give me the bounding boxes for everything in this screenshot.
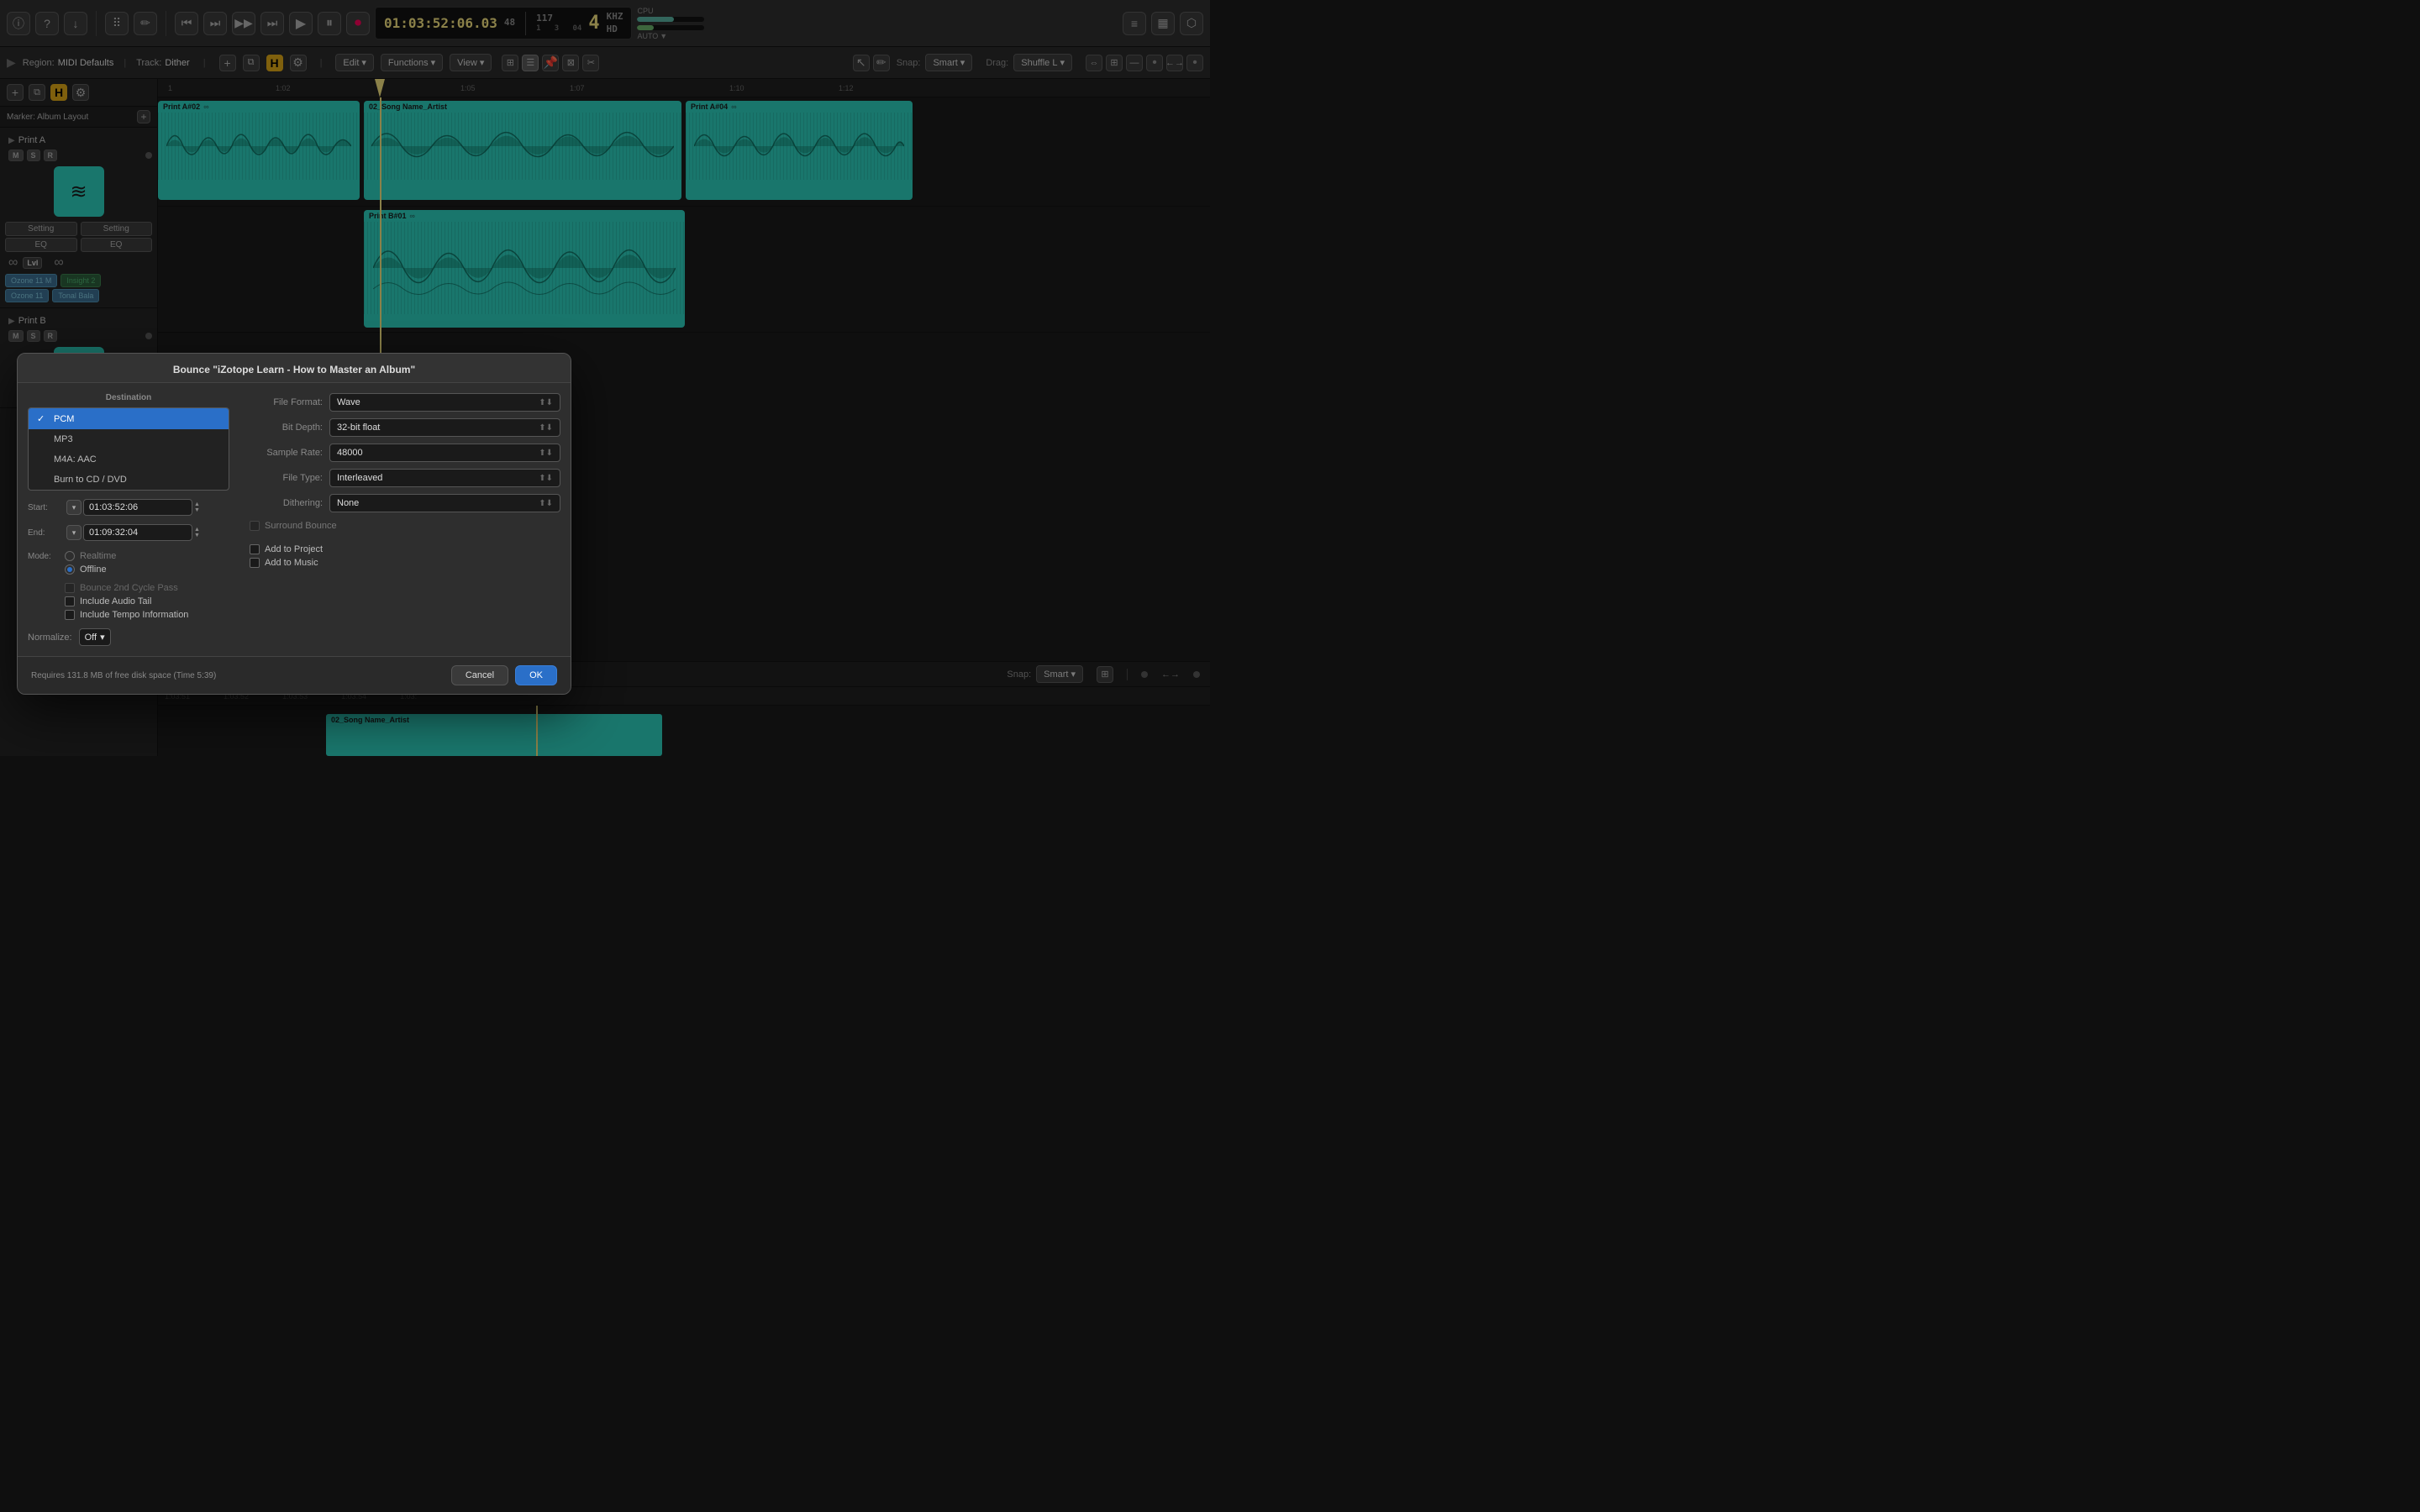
start-row: Start: ▾ ▲ ▼ xyxy=(28,499,229,516)
bounce-2nd-row: Bounce 2nd Cycle Pass xyxy=(28,581,229,595)
dest-pcm[interactable]: ✓ PCM xyxy=(29,408,229,429)
tempo-info-row: Include Tempo Information xyxy=(28,608,229,622)
dest-mp3-label: MP3 xyxy=(54,434,73,444)
bit-depth-row: Bit Depth: 32-bit float ⬆⬇ xyxy=(243,418,560,437)
cancel-button[interactable]: Cancel xyxy=(451,665,508,685)
dest-burn-label: Burn to CD / DVD xyxy=(54,475,127,485)
add-to-project-row: Add to Project xyxy=(250,543,560,556)
sample-rate-label: Sample Rate: xyxy=(243,448,323,458)
bit-depth-select[interactable]: 32-bit float ⬆⬇ xyxy=(329,418,560,437)
ok-button[interactable]: OK xyxy=(515,665,557,685)
start-arrows[interactable]: ▲ ▼ xyxy=(194,501,200,513)
start-val: ▾ ▲ ▼ xyxy=(66,499,200,516)
mode-realtime-row: Mode: Realtime xyxy=(28,549,229,563)
dest-mp3[interactable]: MP3 xyxy=(29,429,229,449)
audio-tail-label: Include Audio Tail xyxy=(80,596,151,606)
start-dropdown-btn[interactable]: ▾ xyxy=(66,500,82,515)
dithering-label: Dithering: xyxy=(243,498,323,508)
add-to-music-row: Add to Music xyxy=(250,556,560,570)
checkbox-audio-tail[interactable] xyxy=(65,596,75,606)
mode-section: Mode: Realtime Offline xyxy=(28,549,229,576)
surround-bounce-row: Surround Bounce xyxy=(250,519,560,533)
checkbox-bounce2nd[interactable] xyxy=(65,583,75,593)
dithering-select[interactable]: None ⬆⬇ xyxy=(329,494,560,512)
file-format-value: Wave xyxy=(337,397,360,407)
footer-info: Requires 131.8 MB of free disk space (Ti… xyxy=(31,671,216,680)
sample-rate-row: Sample Rate: 48000 ⬆⬇ xyxy=(243,444,560,462)
end-arrows[interactable]: ▲ ▼ xyxy=(194,527,200,538)
end-label: End: xyxy=(28,528,60,538)
checkbox-add-music[interactable] xyxy=(250,558,260,568)
end-dropdown-btn[interactable]: ▾ xyxy=(66,525,82,540)
dialog-overlay: Bounce "iZotope Learn - How to Master an… xyxy=(0,0,2420,1512)
sample-rate-value: 48000 xyxy=(337,448,363,458)
mode-label: Mode: xyxy=(28,552,60,561)
destination-header: Destination xyxy=(28,393,229,402)
checkbox-tempo[interactable] xyxy=(65,610,75,620)
checkbox-surround[interactable] xyxy=(250,521,260,531)
dest-burn[interactable]: Burn to CD / DVD xyxy=(29,470,229,490)
start-input[interactable] xyxy=(83,499,192,516)
normalize-row: Normalize: Off ▾ xyxy=(28,628,229,646)
dialog-body: Destination ✓ PCM MP3 M4A: AAC xyxy=(18,383,571,656)
start-label: Start: xyxy=(28,503,60,512)
file-format-row: File Format: Wave ⬆⬇ xyxy=(243,393,560,412)
radio-realtime[interactable] xyxy=(65,551,75,561)
file-format-select[interactable]: Wave ⬆⬇ xyxy=(329,393,560,412)
mode-offline-row: Offline xyxy=(28,563,229,576)
end-input[interactable] xyxy=(83,524,192,541)
dialog-title: Bounce "iZotope Learn - How to Master an… xyxy=(18,354,571,383)
dest-pcm-label: PCM xyxy=(54,414,74,424)
offline-label: Offline xyxy=(80,564,107,575)
realtime-label: Realtime xyxy=(80,551,116,561)
dithering-value: None xyxy=(337,498,359,508)
destination-list: ✓ PCM MP3 M4A: AAC Burn to CD / DVD xyxy=(28,407,229,491)
options-section: Bounce 2nd Cycle Pass Include Audio Tail… xyxy=(28,581,229,622)
dialog-footer: Requires 131.8 MB of free disk space (Ti… xyxy=(18,656,571,694)
dialog-left: Destination ✓ PCM MP3 M4A: AAC xyxy=(28,393,229,646)
normalize-select[interactable]: Off ▾ xyxy=(79,628,111,646)
file-type-row: File Type: Interleaved ⬆⬇ xyxy=(243,469,560,487)
file-type-select[interactable]: Interleaved ⬆⬇ xyxy=(329,469,560,487)
checkbox-add-project[interactable] xyxy=(250,544,260,554)
dithering-row: Dithering: None ⬆⬇ xyxy=(243,494,560,512)
bounce2nd-label: Bounce 2nd Cycle Pass xyxy=(80,583,178,593)
add-to-project-label: Add to Project xyxy=(265,544,323,554)
bit-depth-label: Bit Depth: xyxy=(243,423,323,433)
file-type-value: Interleaved xyxy=(337,473,382,483)
tempo-label: Include Tempo Information xyxy=(80,610,188,620)
audio-tail-row: Include Audio Tail xyxy=(28,595,229,608)
file-type-label: File Type: xyxy=(243,473,323,483)
dest-m4a-label: M4A: AAC xyxy=(54,454,97,465)
check-pcm: ✓ xyxy=(37,413,47,424)
end-row: End: ▾ ▲ ▼ xyxy=(28,524,229,541)
dest-m4a[interactable]: M4A: AAC xyxy=(29,449,229,470)
sample-rate-select[interactable]: 48000 ⬆⬇ xyxy=(329,444,560,462)
add-to-music-label: Add to Music xyxy=(265,558,318,568)
normalize-label: Normalize: xyxy=(28,633,72,643)
normalize-value: Off xyxy=(85,633,97,643)
surround-bounce-label: Surround Bounce xyxy=(265,521,337,531)
radio-offline[interactable] xyxy=(65,564,75,575)
dialog-right: File Format: Wave ⬆⬇ Bit Depth: 32-bit f… xyxy=(243,393,560,646)
file-format-label: File Format: xyxy=(243,397,323,407)
end-val: ▾ ▲ ▼ xyxy=(66,524,200,541)
footer-buttons: Cancel OK xyxy=(451,665,557,685)
bit-depth-value: 32-bit float xyxy=(337,423,380,433)
bounce-dialog: Bounce "iZotope Learn - How to Master an… xyxy=(17,353,571,695)
